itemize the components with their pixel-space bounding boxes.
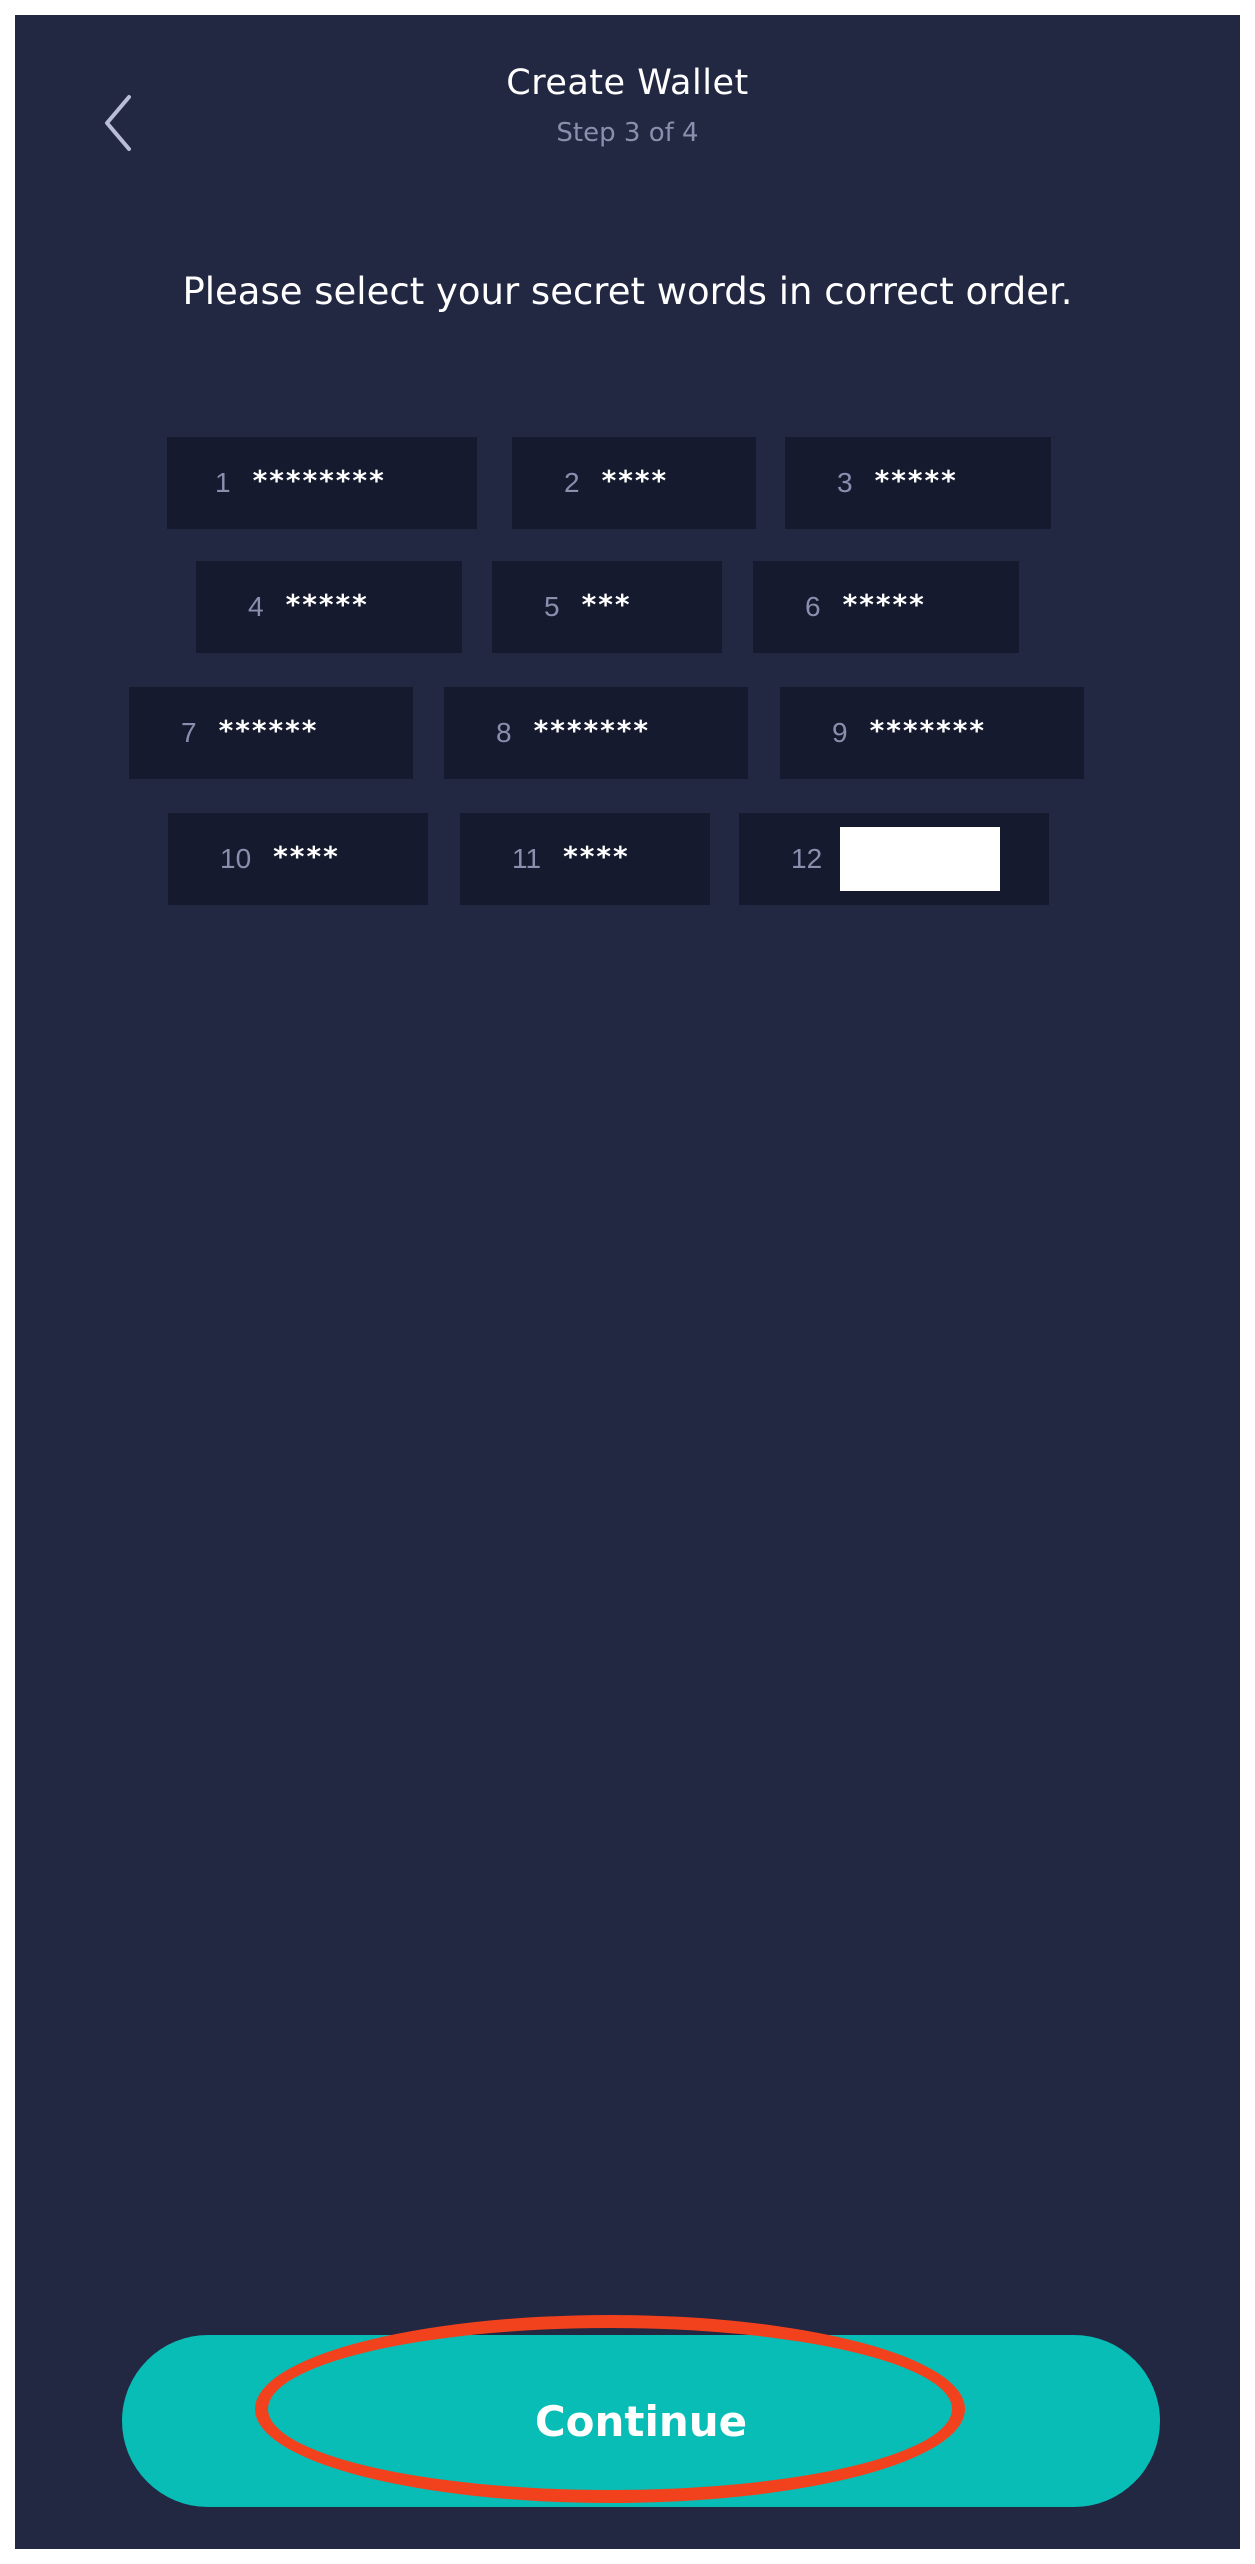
word-chip-5[interactable]: 5 ***: [492, 561, 722, 653]
word-chip-9[interactable]: 9 *******: [780, 687, 1084, 779]
word-masked: ****: [601, 463, 669, 497]
continue-button[interactable]: Continue: [122, 2335, 1160, 2507]
word-masked: ****: [563, 839, 630, 873]
word-chip-2[interactable]: 2 ****: [512, 437, 756, 529]
word-masked: *******: [869, 713, 987, 747]
word-number: 2: [564, 467, 580, 498]
word-number: 12: [791, 843, 823, 874]
word-masked: ***: [581, 587, 632, 621]
word-number: 8: [496, 717, 512, 748]
word-masked: ******: [218, 713, 319, 747]
page-title: Create Wallet: [506, 63, 749, 103]
word-number: 9: [832, 717, 848, 748]
word-masked: *****: [874, 463, 958, 497]
word-chip-6[interactable]: 6 *****: [753, 561, 1019, 653]
word-blank-slot: [840, 827, 1001, 891]
word-chip-3[interactable]: 3 *****: [785, 437, 1051, 529]
word-chip-11[interactable]: 11 ****: [460, 813, 710, 905]
word-number: 7: [181, 717, 197, 748]
word-chip-4[interactable]: 4 *****: [196, 561, 462, 653]
word-number: 4: [248, 591, 264, 622]
word-masked: ********: [252, 463, 386, 497]
word-chip-7[interactable]: 7 ******: [129, 687, 413, 779]
word-chip-8[interactable]: 8 *******: [444, 687, 748, 779]
continue-label: Continue: [534, 2396, 748, 2446]
step-indicator: Step 3 of 4: [556, 118, 699, 148]
word-masked: *****: [842, 587, 926, 621]
word-number: 5: [544, 591, 560, 622]
word-number: 11: [512, 843, 542, 874]
word-masked: *******: [533, 713, 651, 747]
create-wallet-screen: Create Wallet Step 3 of 4 Please select …: [15, 15, 1240, 2549]
word-number: 1: [215, 467, 231, 498]
word-chip-10[interactable]: 10 ****: [168, 813, 428, 905]
word-masked: *****: [285, 587, 369, 621]
instruction-text: Please select your secret words in corre…: [182, 270, 1073, 313]
word-number: 3: [837, 467, 853, 498]
word-chip-12[interactable]: 12: [739, 813, 1049, 905]
word-number: 10: [220, 843, 252, 874]
word-chip-1[interactable]: 1 ********: [167, 437, 477, 529]
word-number: 6: [805, 591, 821, 622]
word-masked: ****: [273, 839, 340, 873]
